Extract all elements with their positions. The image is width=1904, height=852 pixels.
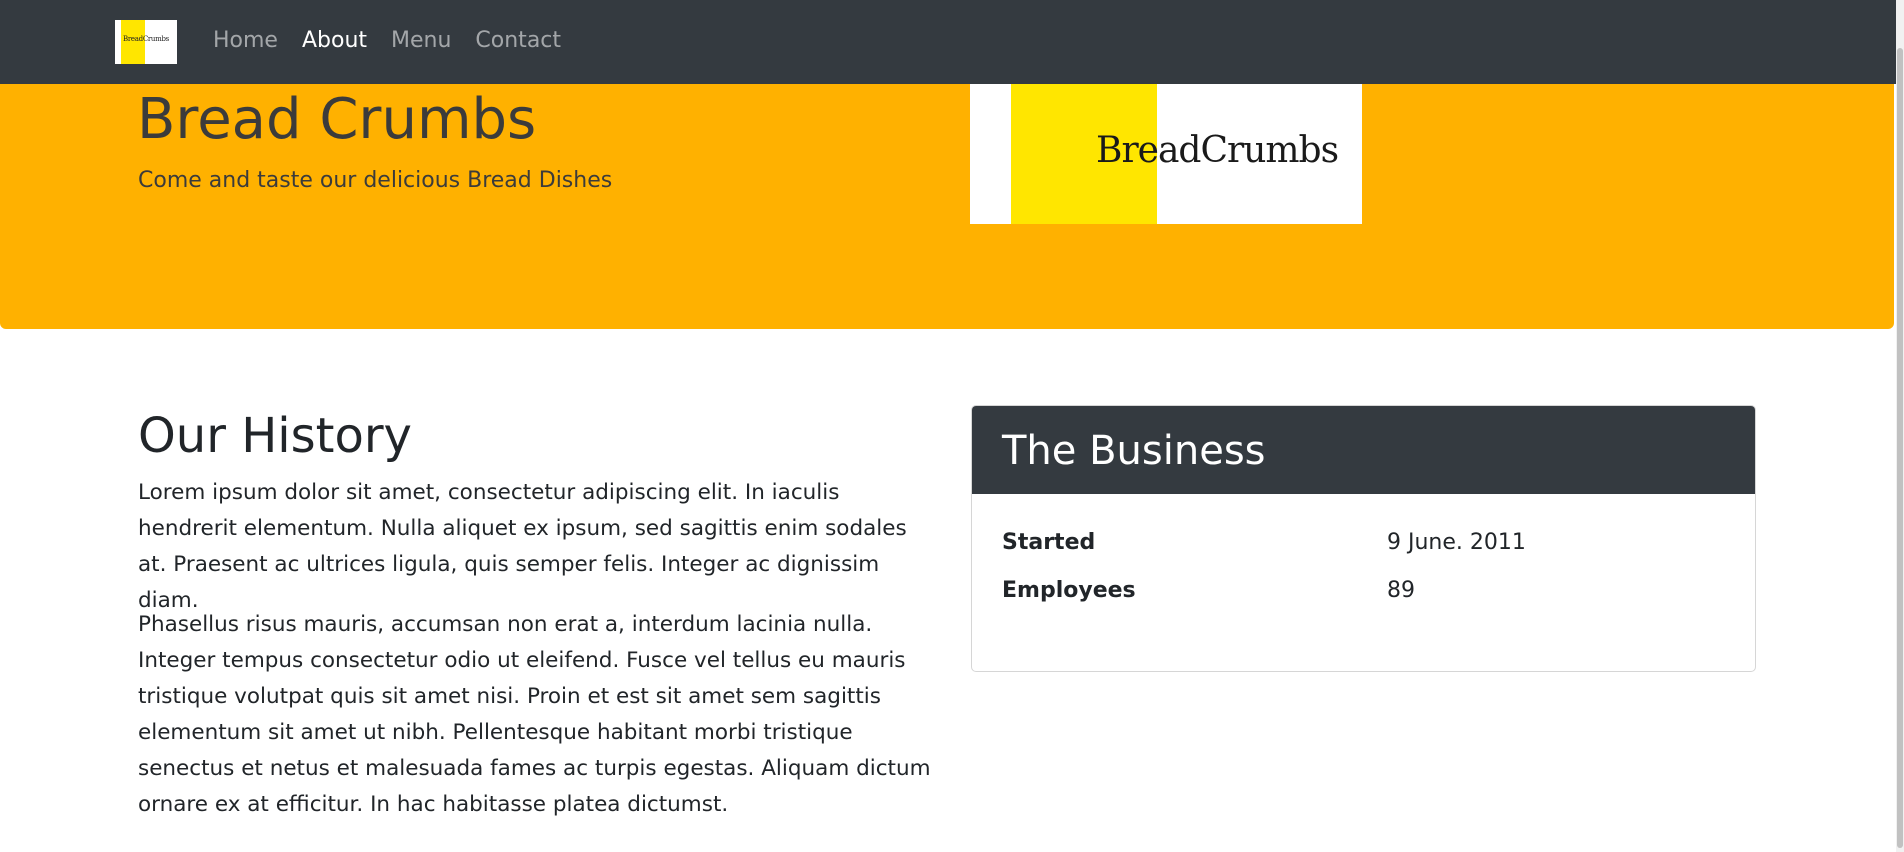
nav-link-about[interactable]: About <box>302 24 367 58</box>
nav-link-home[interactable]: Home <box>213 24 278 58</box>
hero-subtitle: Come and taste our delicious Bread Dishe… <box>138 168 613 193</box>
hero-banner: Bread Crumbs Come and taste our deliciou… <box>0 84 1894 329</box>
history-title: Our History <box>138 408 412 464</box>
started-label: Started <box>1002 530 1096 555</box>
nav-link-contact[interactable]: Contact <box>475 24 561 58</box>
business-card-title: The Business <box>1002 428 1266 474</box>
history-paragraph-2: Phasellus risus mauris, accumsan non era… <box>138 612 931 817</box>
navbar-logo-text: BreadCrumbs <box>123 35 169 43</box>
nav-link-menu[interactable]: Menu <box>391 24 451 58</box>
hero-logo-text: BreadCrumbs <box>1096 130 1339 171</box>
history-paragraph-1: Lorem ipsum dolor sit amet, consectetur … <box>138 480 907 613</box>
hero-title: Bread Crumbs <box>137 87 537 152</box>
business-card: The Business Started 9 June. 2011 Employ… <box>971 405 1756 672</box>
navbar-logo[interactable]: BreadCrumbs <box>115 20 177 64</box>
hero-logo-image: BreadCrumbs <box>970 84 1362 224</box>
started-value: 9 June. 2011 <box>1387 530 1526 555</box>
navbar: BreadCrumbs Home About Menu Contact <box>0 0 1904 84</box>
employees-label: Employees <box>1002 578 1136 603</box>
nav-links: Home About Menu Contact <box>213 24 561 58</box>
scrollbar-thumb[interactable] <box>1897 48 1903 848</box>
business-card-header: The Business <box>972 406 1755 494</box>
employees-value: 89 <box>1387 578 1415 603</box>
page-scrollbar[interactable] <box>1896 0 1904 852</box>
